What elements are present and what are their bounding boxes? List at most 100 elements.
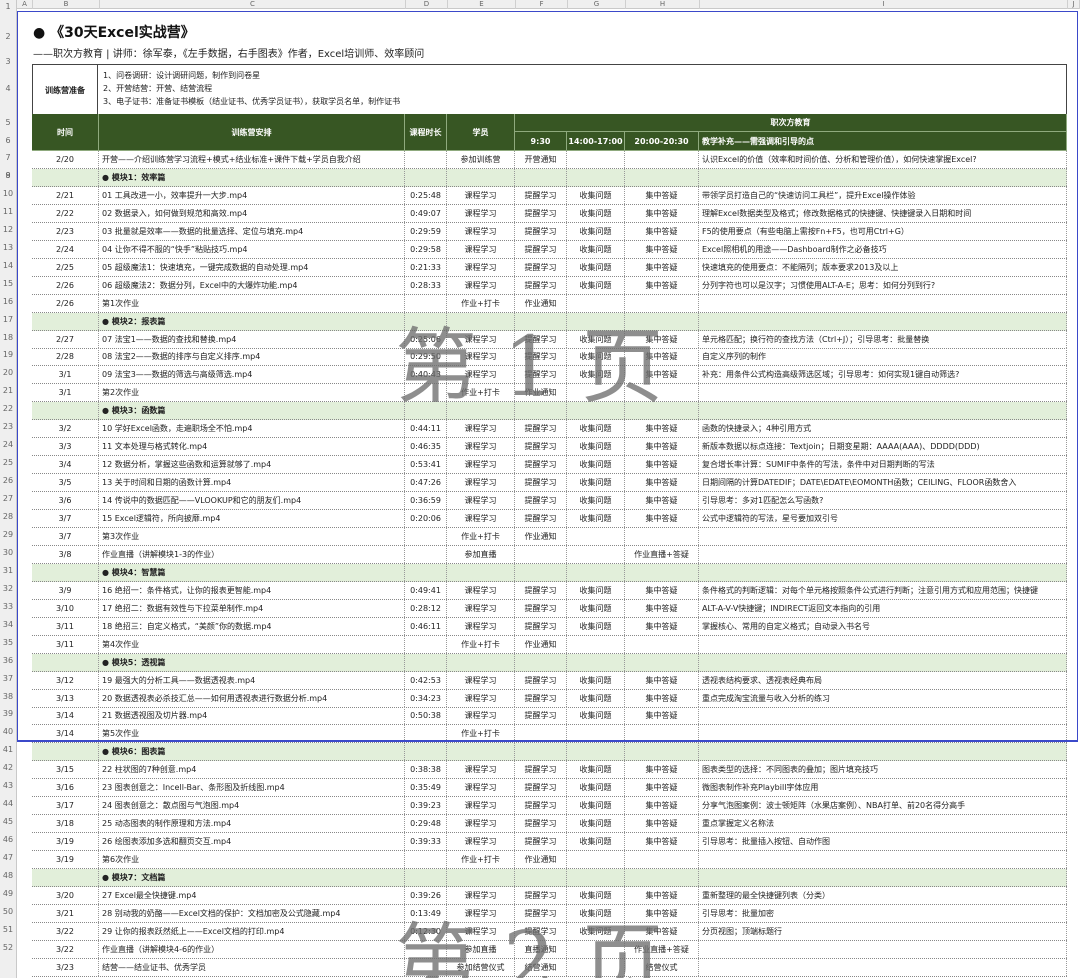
table-cell[interactable]: 11 文本处理与格式转化.mp4 bbox=[99, 438, 405, 456]
table-cell[interactable]: 收集问题 bbox=[567, 617, 625, 635]
table-cell[interactable] bbox=[699, 869, 1067, 886]
table-cell[interactable]: 收集问题 bbox=[567, 707, 625, 725]
table-cell[interactable]: 课程学习 bbox=[447, 904, 515, 922]
row-header[interactable]: 52 bbox=[0, 941, 16, 955]
table-cell[interactable] bbox=[405, 312, 447, 330]
table-cell[interactable]: 0:25:48 bbox=[405, 186, 447, 204]
table-cell[interactable]: 3/23 bbox=[32, 958, 99, 976]
table-cell[interactable]: 参加训练营 bbox=[447, 151, 515, 168]
column-header[interactable]: J bbox=[1068, 0, 1080, 9]
table-cell[interactable]: 0:50:38 bbox=[405, 707, 447, 725]
row-header[interactable]: 47 bbox=[0, 851, 16, 865]
table-cell[interactable] bbox=[625, 151, 699, 168]
header-time[interactable]: 时间 bbox=[32, 114, 99, 151]
table-cell[interactable]: 收集问题 bbox=[567, 456, 625, 474]
table-cell[interactable] bbox=[447, 312, 515, 330]
table-cell[interactable] bbox=[515, 312, 567, 330]
table-cell[interactable]: 引导思考：批量插入按钮、自动作图 bbox=[699, 833, 1067, 851]
table-cell[interactable]: 课程学习 bbox=[447, 438, 515, 456]
table-cell[interactable]: 集中答疑 bbox=[625, 366, 699, 384]
row-header[interactable]: 33 bbox=[0, 600, 16, 614]
table-cell[interactable] bbox=[567, 168, 625, 186]
table-cell[interactable]: 提醒学习 bbox=[515, 456, 567, 474]
table-cell[interactable] bbox=[515, 869, 567, 886]
row-header[interactable]: 24 bbox=[0, 438, 16, 452]
table-cell[interactable] bbox=[699, 294, 1067, 312]
table-cell[interactable]: 收集问题 bbox=[567, 833, 625, 851]
table-cell[interactable]: 24 图表创意之：散点图与气泡图.mp4 bbox=[99, 797, 405, 815]
table-cell[interactable]: 06 超级魔法2：数据分列，Excel中的大爆炸功能.mp4 bbox=[99, 276, 405, 294]
table-cell[interactable]: 课程学习 bbox=[447, 922, 515, 940]
table-cell[interactable]: 提醒学习 bbox=[515, 815, 567, 833]
table-cell[interactable]: 3/10 bbox=[32, 599, 99, 617]
table-cell[interactable]: 课程学习 bbox=[447, 276, 515, 294]
table-cell[interactable]: 3/19 bbox=[32, 851, 99, 869]
table-cell[interactable] bbox=[515, 168, 567, 186]
table-cell[interactable]: 集中答疑 bbox=[625, 240, 699, 258]
row-header[interactable]: 43 bbox=[0, 779, 16, 793]
table-cell[interactable] bbox=[32, 869, 99, 886]
table-cell[interactable] bbox=[447, 563, 515, 581]
table-cell[interactable]: 收集问题 bbox=[567, 330, 625, 348]
table-cell[interactable]: 03 批量就是效率——数据的批量选择、定位与填充.mp4 bbox=[99, 222, 405, 240]
table-cell[interactable]: 提醒学习 bbox=[515, 886, 567, 904]
table-cell[interactable]: 16 绝招一：条件格式，让你的报表更智能.mp4 bbox=[99, 581, 405, 599]
column-header[interactable]: H bbox=[626, 0, 700, 9]
table-cell[interactable]: 0:49:07 bbox=[405, 204, 447, 222]
table-cell[interactable]: 2/28 bbox=[32, 348, 99, 366]
table-cell[interactable]: 提醒学习 bbox=[515, 474, 567, 492]
table-cell[interactable]: 作业+打卡 bbox=[447, 527, 515, 545]
table-cell[interactable] bbox=[567, 940, 625, 958]
table-cell[interactable]: 0:46:35 bbox=[405, 438, 447, 456]
table-cell[interactable]: 重点完成淘宝流量与收入分析的练习 bbox=[699, 689, 1067, 707]
table-cell[interactable]: ● 模块7：文档篇 bbox=[99, 869, 405, 886]
table-cell[interactable]: 集中答疑 bbox=[625, 186, 699, 204]
table-cell[interactable]: 10 学好Excel函数，走遍职场全不怕.mp4 bbox=[99, 420, 405, 438]
table-cell[interactable]: 提醒学习 bbox=[515, 330, 567, 348]
table-cell[interactable] bbox=[625, 635, 699, 653]
table-cell[interactable]: 补充：用条件公式构造高级筛选区域；引导思考：如何实现1键自动筛选? bbox=[699, 366, 1067, 384]
row-header[interactable]: 10 bbox=[0, 187, 16, 201]
table-cell[interactable] bbox=[625, 869, 699, 886]
table-cell[interactable]: ● 模块2：报表篇 bbox=[99, 312, 405, 330]
table-cell[interactable]: 3/5 bbox=[32, 474, 99, 492]
table-cell[interactable]: 3/15 bbox=[32, 761, 99, 779]
table-cell[interactable]: 作业通知 bbox=[515, 384, 567, 402]
table-cell[interactable] bbox=[447, 402, 515, 420]
table-cell[interactable]: 课程学习 bbox=[447, 671, 515, 689]
table-cell[interactable] bbox=[447, 168, 515, 186]
table-cell[interactable] bbox=[405, 958, 447, 976]
table-cell[interactable]: 第3次作业 bbox=[99, 527, 405, 545]
table-cell[interactable]: 集中答疑 bbox=[625, 797, 699, 815]
header-supp[interactable]: 教学补充——需强调和引导的点 bbox=[699, 132, 1067, 151]
row-header[interactable]: 9 bbox=[0, 169, 16, 183]
table-cell[interactable]: 集中答疑 bbox=[625, 886, 699, 904]
table-cell[interactable]: 07 法宝1——数据的查找和替换.mp4 bbox=[99, 330, 405, 348]
table-cell[interactable]: 收集问题 bbox=[567, 671, 625, 689]
table-cell[interactable]: 29 让你的报表跃然纸上——Excel文档的打印.mp4 bbox=[99, 922, 405, 940]
table-cell[interactable]: 3/7 bbox=[32, 510, 99, 527]
table-cell[interactable] bbox=[405, 869, 447, 886]
row-header[interactable]: 25 bbox=[0, 456, 16, 470]
row-header[interactable]: 15 bbox=[0, 277, 16, 291]
table-cell[interactable]: 08 法宝2——数据的排序与自定义排序.mp4 bbox=[99, 348, 405, 366]
table-cell[interactable] bbox=[405, 384, 447, 402]
header-duration[interactable]: 课程时长 bbox=[405, 114, 447, 151]
row-header[interactable]: 34 bbox=[0, 618, 16, 632]
table-cell[interactable] bbox=[515, 743, 567, 761]
table-cell[interactable]: ● 模块1：效率篇 bbox=[99, 168, 405, 186]
table-cell[interactable] bbox=[405, 851, 447, 869]
column-header[interactable]: B bbox=[33, 0, 100, 9]
table-cell[interactable]: 0:12:30 bbox=[405, 922, 447, 940]
table-cell[interactable] bbox=[567, 958, 625, 976]
table-cell[interactable]: 0:20:06 bbox=[405, 510, 447, 527]
table-cell[interactable]: 0:39:23 bbox=[405, 797, 447, 815]
table-cell[interactable] bbox=[32, 743, 99, 761]
row-header[interactable]: 5 bbox=[0, 116, 16, 130]
table-cell[interactable] bbox=[447, 743, 515, 761]
table-cell[interactable]: 提醒学习 bbox=[515, 599, 567, 617]
table-cell[interactable] bbox=[405, 653, 447, 671]
table-cell[interactable] bbox=[405, 151, 447, 168]
table-cell[interactable] bbox=[405, 527, 447, 545]
table-cell[interactable]: 作业通知 bbox=[515, 635, 567, 653]
